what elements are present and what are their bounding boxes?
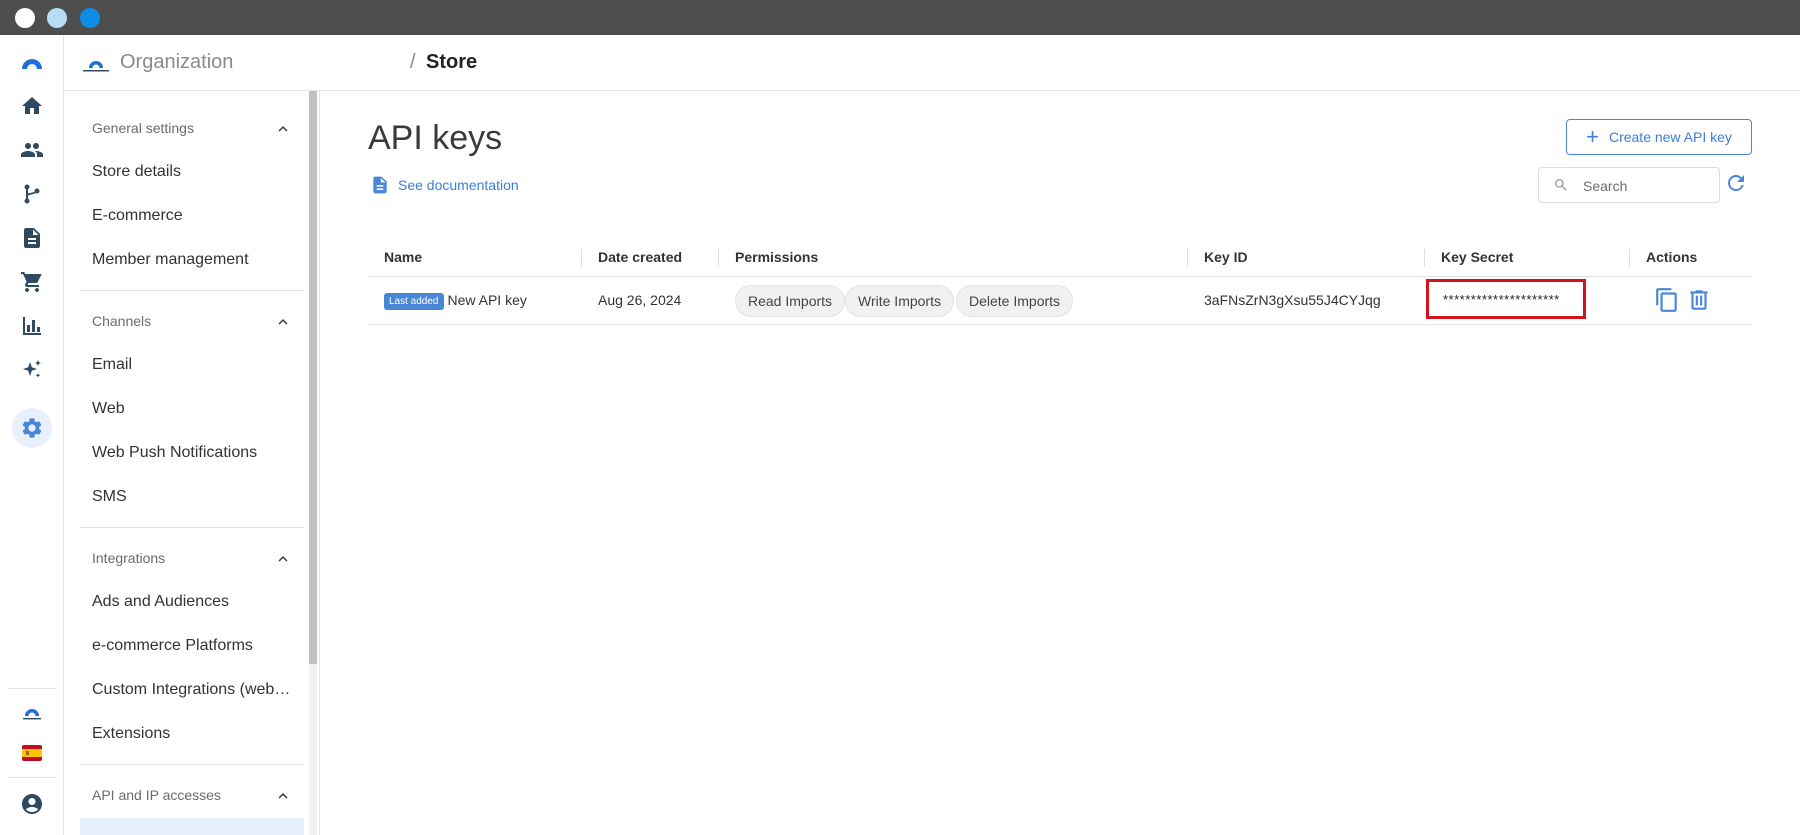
- top-header: Organization / Store: [64, 35, 1800, 91]
- account-icon[interactable]: [12, 784, 52, 824]
- document-icon: [373, 176, 387, 194]
- column-header-key-id[interactable]: Key ID: [1204, 249, 1248, 265]
- plus-icon: +: [1586, 124, 1599, 149]
- column-header-name[interactable]: Name: [384, 249, 422, 265]
- sidebar-item-web-push[interactable]: Web Push Notifications: [92, 444, 298, 462]
- cart-icon[interactable]: [12, 262, 52, 302]
- page-title: API keys: [368, 119, 503, 157]
- permission-chip-write-imports: Write Imports: [845, 285, 954, 317]
- sidebar-item-custom-integrations[interactable]: Custom Integrations (webhooks): [92, 681, 298, 699]
- column-separator: [1424, 249, 1425, 267]
- search-box[interactable]: [1538, 167, 1720, 203]
- rail-divider: [8, 777, 56, 778]
- sidebar-divider: [80, 290, 304, 291]
- sidebar-scrollbar-thumb[interactable]: [309, 91, 317, 664]
- people-icon[interactable]: [12, 130, 52, 170]
- logo-icon[interactable]: [12, 43, 52, 83]
- sidebar-item-member-management[interactable]: Member management: [92, 251, 298, 269]
- api-key-name: New API key: [447, 292, 527, 308]
- section-title: Integrations: [92, 550, 166, 566]
- column-separator: [718, 249, 719, 267]
- section-integrations[interactable]: Integrations: [92, 550, 292, 566]
- table-row[interactable]: Last added New API key Aug 26, 2024 Read …: [368, 277, 1752, 325]
- sidebar-item-e-commerce[interactable]: E-commerce: [92, 207, 298, 225]
- bar-chart-icon[interactable]: [12, 306, 52, 346]
- window-maximize-button[interactable]: [80, 8, 100, 28]
- section-api-ip-accesses[interactable]: API and IP accesses: [92, 787, 292, 803]
- window-minimize-button[interactable]: [47, 8, 67, 28]
- table-header: Name Date created Permissions Key ID Key…: [368, 239, 1752, 277]
- column-header-date-created[interactable]: Date created: [598, 249, 682, 265]
- column-header-permissions[interactable]: Permissions: [735, 249, 818, 265]
- chevron-up-icon[interactable]: [274, 550, 292, 568]
- permission-chip-read-imports: Read Imports: [735, 285, 846, 317]
- window-close-button[interactable]: [15, 8, 35, 28]
- document-icon[interactable]: [12, 218, 52, 258]
- refresh-icon[interactable]: [1724, 171, 1748, 195]
- cell-key-id: 3aFNsZrN3gXsu55J4CYJqg: [1204, 292, 1381, 308]
- section-title: General settings: [92, 120, 194, 136]
- column-separator: [1629, 249, 1630, 267]
- see-documentation-label: See documentation: [398, 177, 519, 193]
- column-header-key-secret[interactable]: Key Secret: [1441, 249, 1513, 265]
- cell-key-secret: *********************: [1443, 292, 1560, 307]
- org-logo-icon[interactable]: [12, 693, 52, 733]
- gear-icon[interactable]: [12, 408, 52, 448]
- section-channels[interactable]: Channels: [92, 313, 292, 329]
- section-title: API and IP accesses: [92, 787, 221, 803]
- column-header-actions: Actions: [1646, 249, 1698, 265]
- sparkle-icon[interactable]: [12, 350, 52, 390]
- settings-sidebar: General settings Store details E-commerc…: [64, 91, 320, 835]
- chevron-up-icon[interactable]: [274, 313, 292, 331]
- permission-chip-delete-imports: Delete Imports: [956, 285, 1074, 317]
- sidebar-item-store-details[interactable]: Store details: [92, 163, 298, 181]
- sidebar-item-web[interactable]: Web: [92, 400, 298, 418]
- home-icon[interactable]: [12, 86, 52, 126]
- rail-divider: [8, 688, 56, 689]
- sidebar-divider: [80, 527, 304, 528]
- copy-icon[interactable]: [1654, 287, 1680, 313]
- chevron-up-icon[interactable]: [274, 120, 292, 138]
- last-added-badge: Last added: [384, 293, 444, 310]
- key-secret-highlight[interactable]: *********************: [1426, 279, 1586, 319]
- create-new-api-key-label: Create new API key: [1608, 129, 1732, 145]
- trash-icon[interactable]: [1686, 287, 1712, 313]
- sidebar-item-ecommerce-platforms[interactable]: e-commerce Platforms: [92, 637, 298, 655]
- spain-flag-icon[interactable]: [12, 733, 52, 773]
- section-title: Channels: [92, 313, 152, 329]
- sidebar-item-active[interactable]: [80, 818, 304, 835]
- main-content: API keys See documentation + Create new …: [320, 91, 1800, 835]
- breadcrumb-store[interactable]: Store: [426, 51, 477, 74]
- window-titlebar: [0, 0, 1800, 35]
- branch-icon[interactable]: [12, 174, 52, 214]
- search-input[interactable]: [1583, 176, 1713, 196]
- create-new-api-key-button[interactable]: + Create new API key: [1566, 119, 1752, 155]
- sidebar-item-extensions[interactable]: Extensions: [92, 725, 298, 743]
- sidebar-item-sms[interactable]: SMS: [92, 488, 298, 506]
- chevron-up-icon[interactable]: [274, 787, 292, 805]
- organization-name[interactable]: Organization: [120, 51, 233, 74]
- sidebar-item-email[interactable]: Email: [92, 356, 298, 374]
- nav-rail: [0, 35, 64, 835]
- section-general-settings[interactable]: General settings: [92, 120, 292, 136]
- search-icon: [1555, 179, 1567, 191]
- sidebar-divider: [80, 764, 304, 765]
- sidebar-item-ads-audiences[interactable]: Ads and Audiences: [92, 593, 298, 611]
- column-separator: [581, 249, 582, 267]
- cell-date-created: Aug 26, 2024: [598, 292, 682, 308]
- see-documentation-link[interactable]: See documentation: [370, 174, 519, 196]
- column-separator: [1187, 249, 1188, 267]
- breadcrumb-separator: /: [410, 51, 416, 73]
- cell-name: Last added New API key: [384, 292, 527, 310]
- organization-logo-icon: [83, 61, 109, 72]
